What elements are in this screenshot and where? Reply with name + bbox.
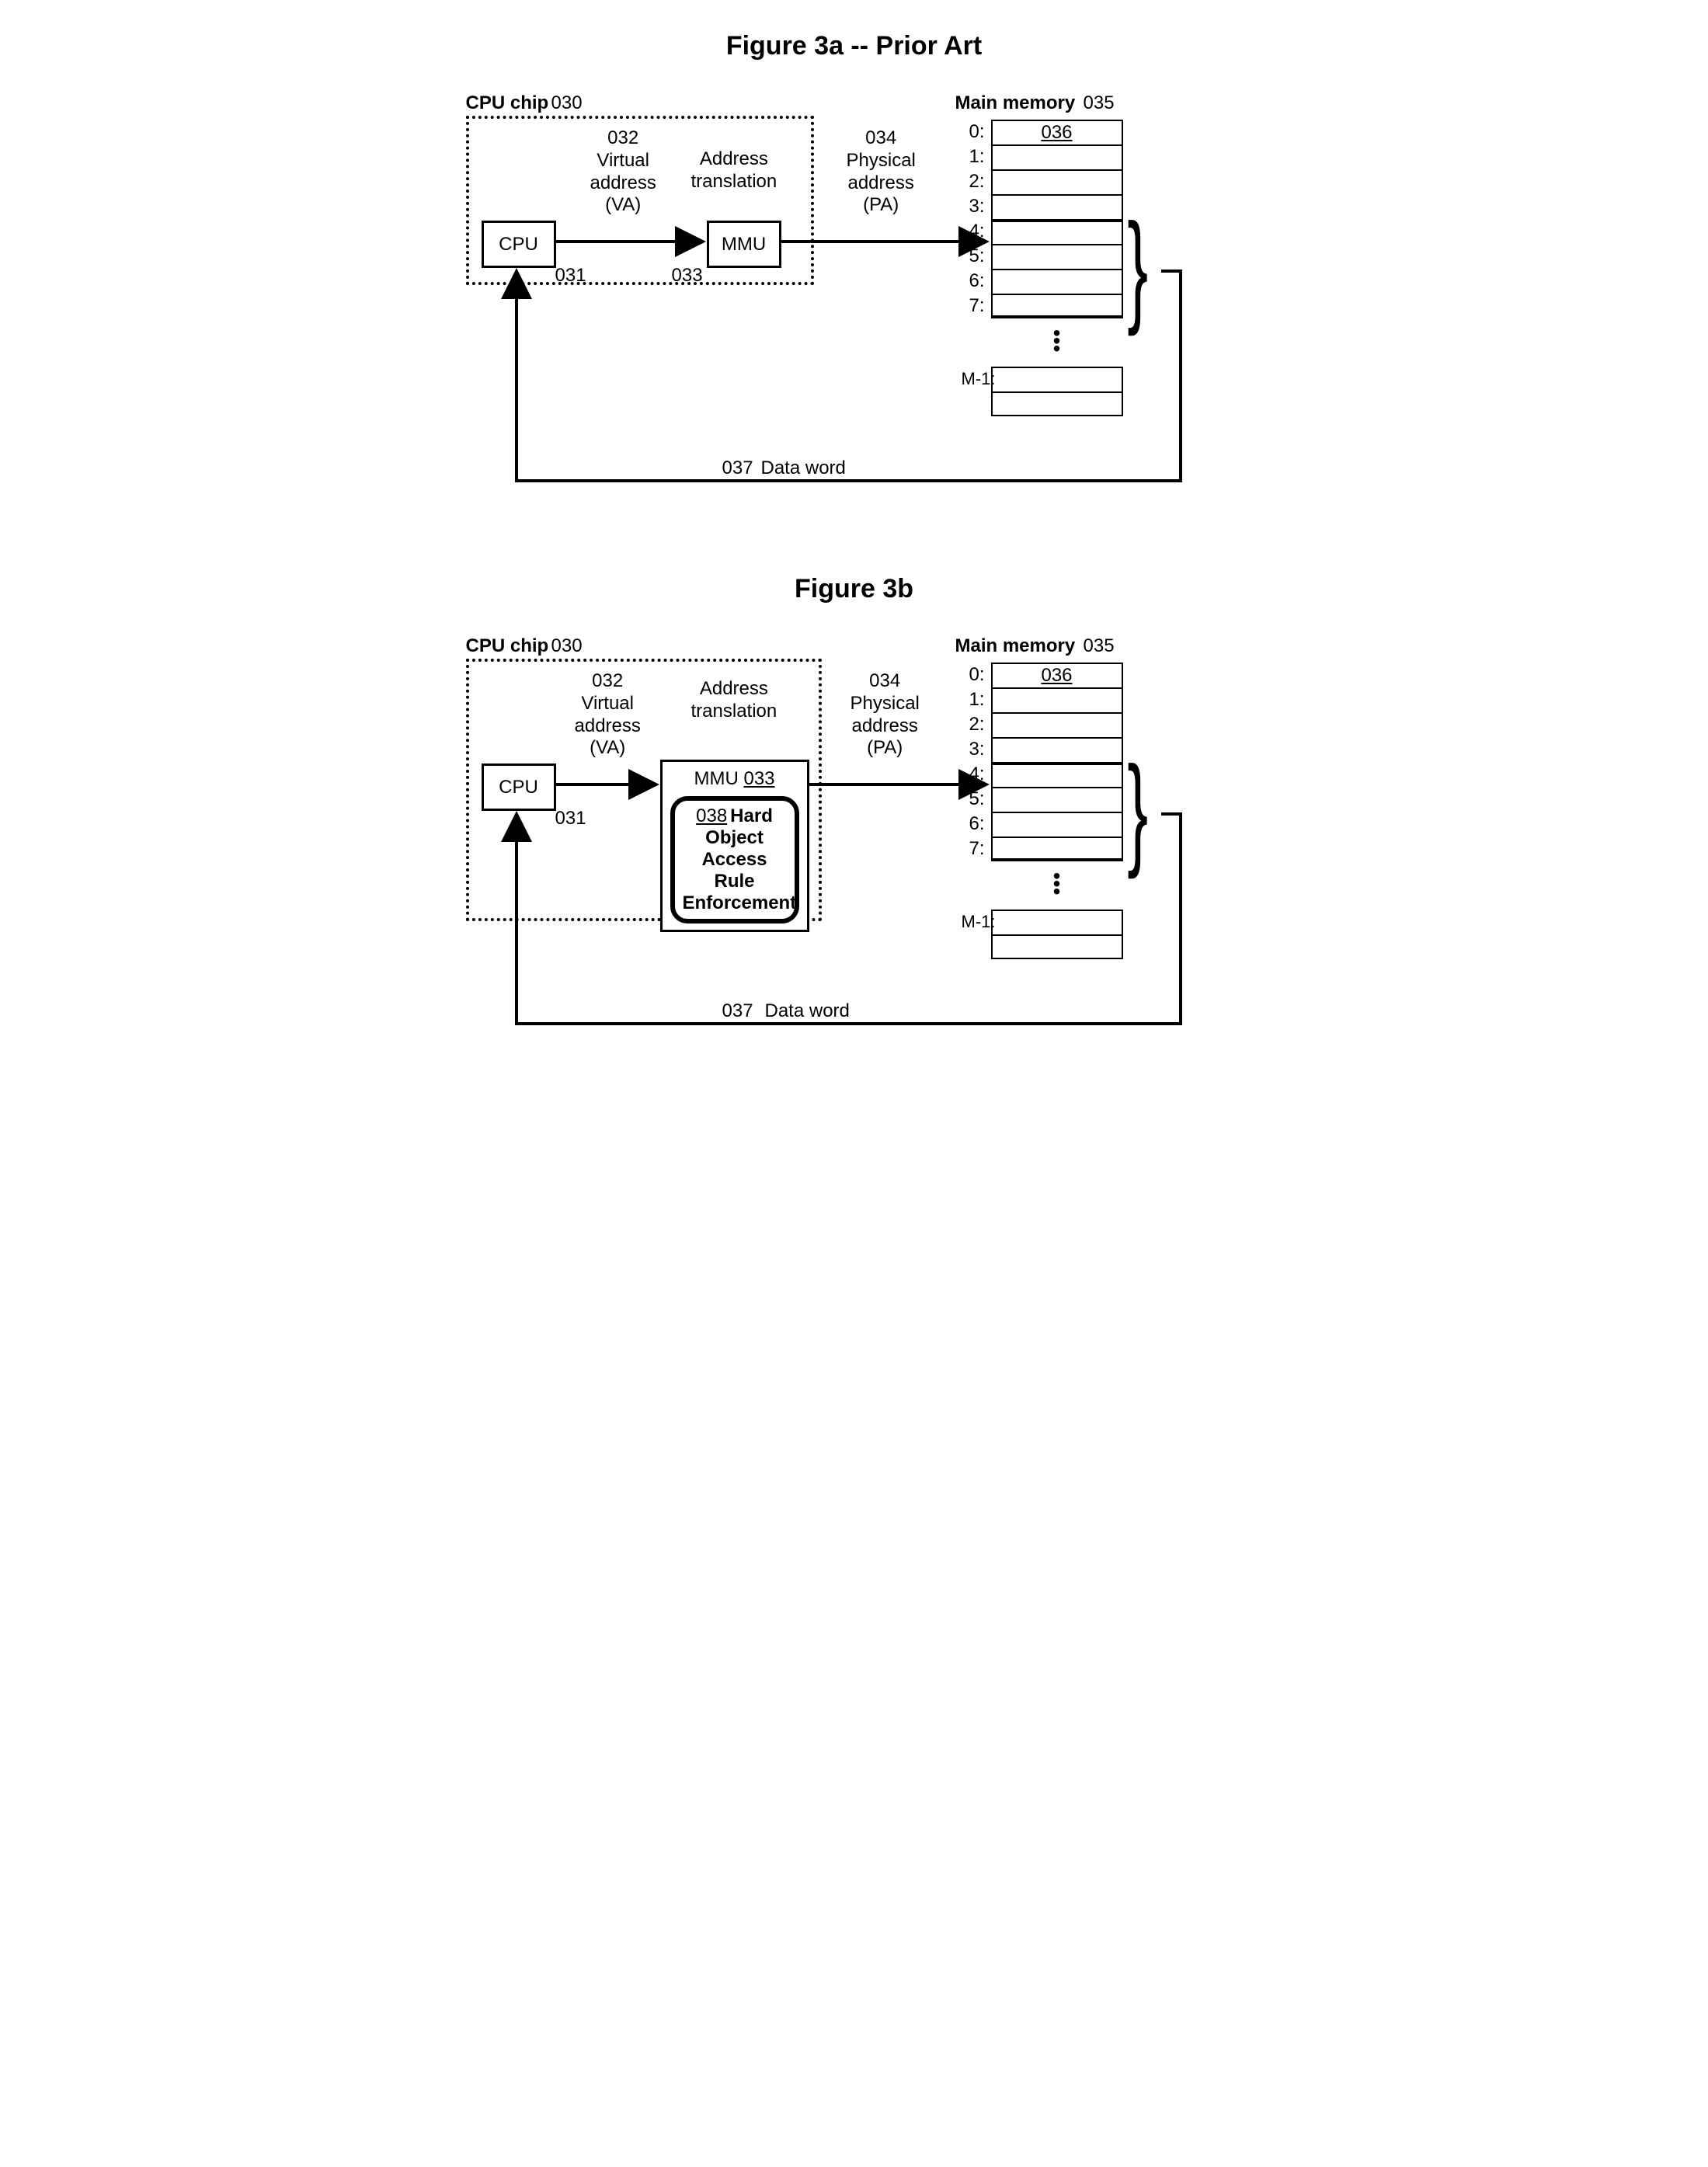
mem-idx-2: 2: bbox=[948, 171, 991, 193]
data-word-label-b: Data word bbox=[765, 1000, 850, 1023]
hard-l1: Hard bbox=[730, 805, 773, 826]
cpu-chip-label: CPU chip bbox=[466, 92, 549, 115]
memory-table-b: 0:036 1: 2: 3: 4: 5: 6: 7: ••• M-1: bbox=[948, 663, 1123, 959]
main-mem-label: Main memory bbox=[955, 92, 1076, 115]
va-l3: (VA) bbox=[605, 194, 641, 215]
pa-l3: (PA) bbox=[863, 194, 899, 215]
mem-ref-036: 036 bbox=[1041, 122, 1072, 144]
mmu-box-label-b: MMU bbox=[694, 768, 738, 789]
data-word-ref-b: 037 bbox=[722, 1000, 753, 1023]
pa-l3-b: (PA) bbox=[867, 737, 903, 758]
va-l2-b: address bbox=[575, 715, 641, 736]
main-mem-ref: 035 bbox=[1084, 92, 1115, 115]
at-l2: translation bbox=[691, 171, 777, 192]
va-l3-b: (VA) bbox=[590, 737, 625, 758]
pa-label: 034 Physical address (PA) bbox=[847, 127, 916, 217]
pa-l2-b: address bbox=[851, 715, 917, 736]
va-label-b: 032 Virtual address (VA) bbox=[575, 670, 641, 760]
main-mem-label-b: Main memory bbox=[955, 635, 1076, 658]
addr-trans-label: Address translation bbox=[691, 148, 777, 193]
mem-idx-0: 0: bbox=[948, 121, 991, 143]
mem-idx-1: 1: bbox=[948, 146, 991, 168]
pa-l2: address bbox=[847, 172, 913, 193]
figure-a-title: Figure 3a -- Prior Art bbox=[47, 31, 1661, 61]
mem-idx-1-b: 1: bbox=[948, 689, 991, 711]
va-label: 032 Virtual address (VA) bbox=[590, 127, 656, 217]
main-mem-ref-b: 035 bbox=[1084, 635, 1115, 658]
mem-idx-5-b: 5: bbox=[948, 788, 991, 810]
pa-ref-b: 034 bbox=[869, 670, 900, 691]
mem-idx-6: 6: bbox=[948, 270, 991, 292]
mmu-box-label: MMU bbox=[722, 234, 766, 256]
cpu-ref: 031 bbox=[555, 265, 586, 287]
mem-idx-5: 5: bbox=[948, 245, 991, 267]
diagram-b: CPU chip 030 CPU 031 032 Virtual address… bbox=[466, 635, 1243, 1070]
mem-idx-4-b: 4: bbox=[948, 763, 991, 785]
hard-object-box: 038Hard Object Access Rule Enforcement bbox=[670, 796, 799, 923]
mmu-ref-b: 033 bbox=[743, 768, 774, 789]
pa-l1: Physical bbox=[847, 150, 916, 171]
mem-vdots-b: ••• bbox=[991, 861, 1123, 910]
cpu-chip-label-b: CPU chip bbox=[466, 635, 549, 658]
at-l1-b: Address bbox=[700, 678, 768, 699]
data-word-label: Data word bbox=[761, 457, 846, 480]
mem-idx-2-b: 2: bbox=[948, 714, 991, 736]
cpu-chip-ref-b: 030 bbox=[551, 635, 583, 658]
cpu-box-b: CPU bbox=[482, 763, 556, 811]
mmu-box: MMU bbox=[707, 221, 781, 268]
va-l1-b: Virtual bbox=[581, 693, 634, 714]
mmu-box-b: MMU 033 038Hard Object Access Rule Enfor… bbox=[660, 760, 809, 932]
mem-idx-3: 3: bbox=[948, 196, 991, 217]
mem-vdots: ••• bbox=[991, 318, 1123, 367]
va-ref-b: 032 bbox=[592, 670, 623, 691]
at-l2-b: translation bbox=[691, 701, 777, 722]
cpu-chip-ref: 030 bbox=[551, 92, 583, 115]
va-l2: address bbox=[590, 172, 656, 193]
hard-ref: 038 bbox=[696, 805, 727, 826]
mem-idx-7: 7: bbox=[948, 295, 991, 317]
figure-b-title: Figure 3b bbox=[47, 574, 1661, 604]
hard-l3: Access Rule bbox=[683, 849, 787, 892]
mmu-ref: 033 bbox=[672, 265, 703, 287]
diagram-a: CPU chip 030 CPU 031 032 Virtual address… bbox=[466, 92, 1243, 496]
mem-idx-3-b: 3: bbox=[948, 739, 991, 760]
hard-l4: Enforcement bbox=[683, 892, 787, 914]
pa-l1-b: Physical bbox=[851, 693, 920, 714]
mem-idx-7-b: 7: bbox=[948, 838, 991, 860]
cpu-box: CPU bbox=[482, 221, 556, 268]
mem-ref-036-b: 036 bbox=[1041, 665, 1072, 687]
brace-icon: } bbox=[1127, 217, 1148, 318]
mem-idx-4: 4: bbox=[948, 221, 991, 242]
cpu-ref-b: 031 bbox=[555, 808, 586, 830]
addr-trans-label-b: Address translation bbox=[691, 678, 777, 723]
at-l1: Address bbox=[700, 148, 768, 169]
hard-l2: Object bbox=[683, 827, 787, 849]
pa-ref: 034 bbox=[865, 127, 896, 148]
cpu-box-label-b: CPU bbox=[499, 777, 538, 798]
va-ref: 032 bbox=[607, 127, 638, 148]
pa-label-b: 034 Physical address (PA) bbox=[851, 670, 920, 760]
mem-idx-6-b: 6: bbox=[948, 813, 991, 835]
mem-idx-0-b: 0: bbox=[948, 664, 991, 686]
cpu-box-label: CPU bbox=[499, 234, 538, 256]
data-word-ref: 037 bbox=[722, 457, 753, 480]
brace-icon-b: } bbox=[1127, 760, 1148, 861]
va-l1: Virtual bbox=[597, 150, 649, 171]
memory-table: 0:036 1: 2: 3: 4: 5: 6: 7: ••• M-1: bbox=[948, 120, 1123, 416]
